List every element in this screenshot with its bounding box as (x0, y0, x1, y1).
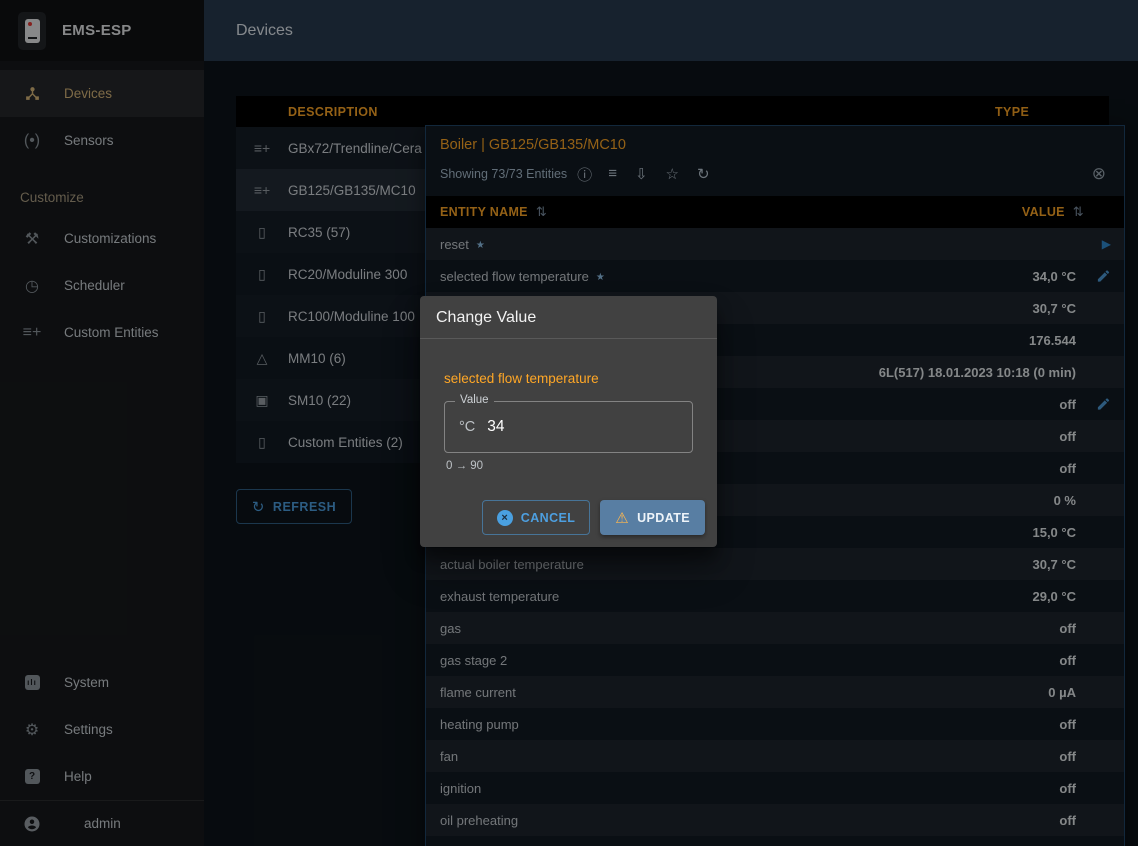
value-unit: °C (459, 419, 475, 435)
screen: EMS-ESP Devices(•)Sensors Customize ⚒Cus… (0, 0, 1138, 846)
change-value-dialog: Change Value selected flow temperature V… (420, 296, 717, 547)
cancel-icon: × (497, 510, 513, 526)
value-range-hint: 0 → 90 (446, 460, 693, 472)
value-field[interactable]: Value °C (444, 401, 693, 453)
cancel-label: CANCEL (521, 511, 575, 525)
value-field-label: Value (455, 394, 494, 406)
dialog-title: Change Value (420, 296, 717, 339)
dialog-entity-name: selected flow temperature (444, 371, 693, 386)
cancel-button[interactable]: × CANCEL (482, 500, 590, 535)
update-label: UPDATE (637, 511, 690, 525)
dialog-actions: × CANCEL ⚠ UPDATE (420, 472, 717, 547)
warning-icon: ⚠ (615, 509, 629, 527)
value-input[interactable] (487, 418, 637, 436)
update-button[interactable]: ⚠ UPDATE (600, 500, 705, 535)
dialog-body: selected flow temperature Value °C 0 → 9… (420, 339, 717, 472)
